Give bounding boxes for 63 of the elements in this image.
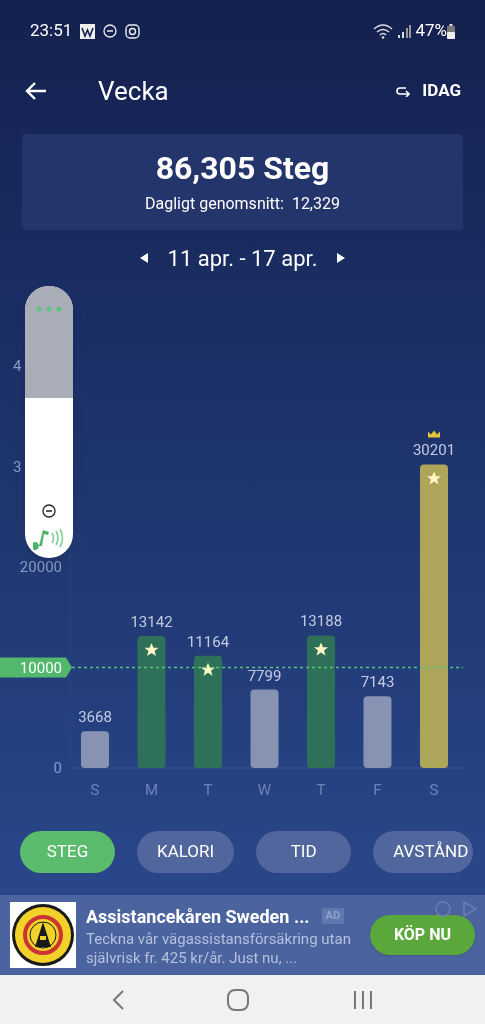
next-week-button[interactable] (337, 253, 346, 263)
value-label: 11164 (186, 632, 230, 651)
bar[interactable] (137, 635, 166, 768)
axis-label: 4 (13, 357, 22, 375)
battery-icon (447, 23, 455, 39)
volume-slider[interactable] (25, 286, 73, 558)
date-range: 11 apr. - 17 apr. (167, 244, 318, 273)
today-button[interactable]: IDAG (396, 78, 461, 104)
axis-label: 20000 (19, 558, 62, 576)
back-arrow-icon[interactable] (24, 81, 48, 101)
redo-icon (396, 85, 411, 97)
day-label: S (429, 781, 439, 799)
value-label: 13188 (299, 612, 343, 631)
axis-label: 0 (53, 759, 62, 777)
back-icon[interactable] (111, 988, 126, 1011)
camera-icon (125, 23, 141, 39)
home-icon[interactable] (227, 988, 250, 1011)
bar[interactable] (363, 696, 392, 768)
ad-title: Assistancekåren Sweden ... (86, 904, 310, 929)
minus-circle-icon[interactable] (42, 504, 56, 518)
day-label: M (144, 781, 159, 799)
crown-icon (428, 430, 440, 438)
caret-left-icon (139, 253, 148, 263)
play-icon[interactable] (463, 901, 477, 917)
status-time: 23:51 (30, 19, 73, 43)
total-steps: 86,305 Steg (155, 148, 330, 188)
signal-icon (397, 24, 412, 38)
value-label: 3668 (78, 708, 112, 727)
value-label: 30201 (412, 441, 456, 460)
day-label: S (90, 781, 100, 799)
page-title: Vecka (98, 74, 169, 108)
goal-tag: 10000 (0, 657, 72, 678)
value-label: 13142 (130, 612, 173, 631)
star-icon (427, 471, 441, 485)
battery-percent: 47% (415, 19, 447, 43)
recent-apps-icon[interactable] (351, 988, 374, 1011)
value-label: 7799 (247, 666, 282, 685)
day-label: T (203, 781, 213, 799)
do-not-disturb-icon (103, 24, 118, 38)
buy-now-button[interactable]: KÖP NU (369, 915, 475, 955)
day-label: F (373, 781, 382, 799)
day-label: T (316, 781, 326, 799)
axis-label: 3 (13, 457, 22, 476)
bar[interactable] (250, 689, 279, 768)
star-icon (314, 642, 328, 656)
metric-tab[interactable]: AVSTÅND (373, 831, 474, 873)
value-label: 7143 (360, 673, 395, 692)
app-notification-icon (80, 23, 96, 39)
daily-average: Dagligt genomsnitt: 12,329 (145, 193, 340, 215)
metric-tab[interactable]: KALORI (137, 831, 235, 873)
bar[interactable] (194, 655, 222, 768)
previous-week-button[interactable] (139, 253, 148, 263)
wifi-icon (373, 23, 394, 39)
bar[interactable] (307, 635, 335, 768)
music-note-icon[interactable] (33, 526, 65, 550)
star-icon (201, 662, 215, 676)
day-label: W (257, 781, 272, 799)
metric-tab[interactable]: TID (256, 831, 352, 873)
star-icon (144, 642, 159, 656)
y-tick-label: 10000 (19, 658, 62, 677)
caret-right-icon (337, 253, 346, 263)
ad-text: Teckna vår vägassistansförsäkring utan självrisk fr. 425 kr/år. Just nu, ... (86, 929, 352, 968)
info-icon[interactable] (435, 901, 451, 917)
